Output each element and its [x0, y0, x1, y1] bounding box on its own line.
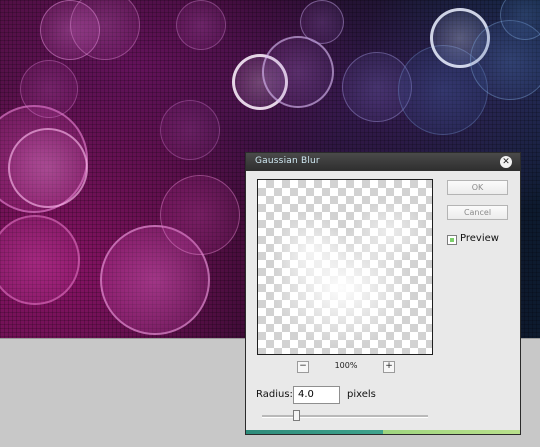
bokeh-bubble [8, 128, 88, 208]
radius-slider-track[interactable] [262, 415, 428, 418]
radius-unit-label: pixels [347, 389, 376, 400]
blurred-preview-image [258, 180, 432, 354]
checkbox-checked-mark [450, 238, 454, 242]
preview-canvas[interactable] [257, 179, 433, 355]
radius-label: Radius: [256, 389, 293, 400]
dialog-title: Gaussian Blur [255, 156, 320, 166]
bokeh-bubble [20, 60, 78, 118]
close-icon[interactable]: ✕ [500, 156, 512, 168]
zoom-level: 100% [334, 361, 358, 370]
radius-slider-thumb[interactable] [293, 410, 301, 421]
dialog-accent-bar [246, 430, 520, 434]
minus-icon[interactable]: − [297, 361, 309, 373]
bokeh-bubble [176, 0, 226, 50]
gaussian-blur-dialog: Gaussian Blur ✕ − 100% + OK Cancel Previ… [246, 153, 520, 434]
radius-input[interactable]: 4.0 [293, 386, 340, 404]
ok-button[interactable]: OK [447, 180, 508, 195]
preview-checkbox[interactable] [447, 235, 457, 245]
bokeh-bubble [160, 175, 240, 255]
zoom-controls: − 100% + [257, 360, 433, 373]
preview-label: Preview [460, 233, 499, 244]
plus-icon[interactable]: + [383, 361, 395, 373]
dialog-titlebar[interactable]: Gaussian Blur ✕ [246, 153, 520, 171]
bokeh-bubble [262, 36, 334, 108]
bokeh-bubble [300, 0, 344, 44]
bokeh-bubble [160, 100, 220, 160]
cancel-button[interactable]: Cancel [447, 205, 508, 220]
